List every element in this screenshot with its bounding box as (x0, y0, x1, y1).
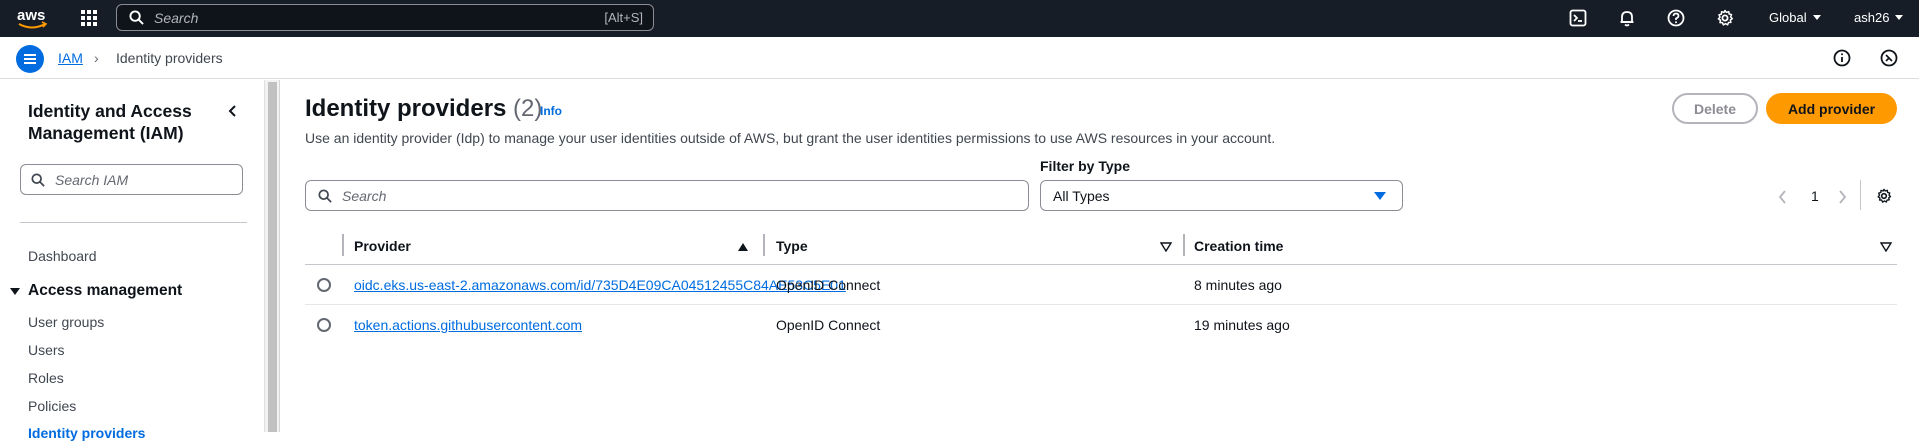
scrollbar-thumb[interactable] (268, 82, 277, 432)
provider-type: OpenID Connect (776, 277, 881, 293)
page-title-text: Identity providers (305, 95, 507, 122)
main-content: Identity providers (2) Info Use an ident… (281, 80, 1919, 432)
search-placeholder: Search (154, 9, 199, 26)
delete-button[interactable]: Delete (1672, 93, 1758, 124)
column-header-creation-time[interactable]: Creation time (1194, 238, 1283, 254)
menu-toggle-button[interactable] (16, 45, 44, 73)
aws-logo-text: aws (17, 7, 45, 24)
add-provider-button[interactable]: Add provider (1766, 93, 1897, 124)
type-filter-value: All Types (1053, 187, 1110, 204)
collapse-sidebar-icon[interactable] (226, 104, 240, 118)
chevron-down-icon (1812, 15, 1821, 20)
preferences-gear-icon[interactable] (1876, 188, 1892, 204)
provider-search-input[interactable]: Search (305, 180, 1029, 211)
top-navigation: aws Search [Alt+S] Global ash26 (0, 0, 1919, 37)
sidebar-item-dashboard[interactable]: Dashboard (28, 248, 97, 264)
filter-by-type-label: Filter by Type (1040, 158, 1130, 174)
settings-gear-icon[interactable] (1716, 9, 1734, 27)
sidebar-item-users[interactable]: Users (28, 342, 65, 358)
breadcrumb-chevron-icon: › (94, 50, 99, 66)
breadcrumb-bar: IAM › Identity providers (0, 37, 1919, 79)
table-row[interactable]: oidc.eks.us-east-2.amazonaws.com/id/735D… (305, 265, 1897, 305)
chevron-down-icon (1895, 15, 1904, 20)
services-grid-icon[interactable] (80, 9, 98, 27)
sidebar-scrollbar[interactable] (264, 80, 280, 432)
sidebar-item-roles[interactable]: Roles (28, 370, 64, 386)
cloudshell-icon[interactable] (1569, 9, 1587, 27)
search-icon (31, 172, 45, 187)
column-header-provider[interactable]: Provider (354, 238, 411, 254)
current-page-number[interactable]: 1 (1811, 188, 1819, 204)
breadcrumb-iam-link[interactable]: IAM (58, 50, 83, 66)
sidebar-search-placeholder: Search IAM (55, 171, 129, 188)
sidebar-item-identity-providers[interactable]: Identity providers (28, 425, 145, 441)
sidebar: Identity and Access Management (IAM) Sea… (0, 80, 264, 441)
aws-logo[interactable]: aws (16, 6, 50, 32)
sidebar-search-input[interactable]: Search IAM (20, 164, 243, 195)
account-menu[interactable]: ash26 (1854, 10, 1904, 25)
column-divider[interactable] (1183, 234, 1185, 256)
breadcrumb-current: Identity providers (116, 50, 223, 66)
feedback-icon[interactable] (1880, 49, 1898, 67)
previous-page-icon[interactable] (1778, 190, 1788, 204)
row-select-radio[interactable] (317, 278, 331, 292)
page-description: Use an identity provider (Idp) to manage… (305, 130, 1276, 146)
creation-time: 19 minutes ago (1194, 317, 1290, 333)
column-divider[interactable] (763, 234, 765, 256)
search-icon (318, 188, 332, 203)
caret-down-icon (1374, 192, 1386, 200)
caret-down-icon (10, 287, 20, 295)
row-select-radio[interactable] (317, 318, 331, 332)
page-title: Identity providers (2) (305, 95, 542, 123)
sidebar-section-access-management[interactable]: Access management (10, 282, 182, 300)
info-circle-icon[interactable] (1833, 49, 1851, 67)
sidebar-divider (20, 222, 247, 223)
search-icon (129, 10, 144, 25)
sidebar-section-label: Access management (28, 282, 183, 299)
account-name: ash26 (1854, 10, 1890, 25)
provider-link[interactable]: oidc.eks.us-east-2.amazonaws.com/id/735D… (354, 277, 846, 293)
sort-ascending-icon[interactable] (737, 242, 749, 252)
table-header: Provider Type Creation time (305, 227, 1897, 265)
region-label: Global (1769, 10, 1807, 25)
creation-time: 8 minutes ago (1194, 277, 1282, 293)
sidebar-title[interactable]: Identity and Access Management (IAM) (28, 100, 228, 144)
column-header-type[interactable]: Type (776, 238, 808, 254)
region-selector[interactable]: Global (1769, 10, 1821, 25)
sidebar-item-user-groups[interactable]: User groups (28, 314, 104, 330)
notifications-bell-icon[interactable] (1618, 9, 1636, 27)
provider-count: (2) (513, 95, 543, 122)
pager-divider (1860, 180, 1861, 210)
help-icon[interactable] (1667, 9, 1685, 27)
search-shortcut: [Alt+S] (604, 10, 643, 25)
provider-type: OpenID Connect (776, 317, 881, 333)
column-divider (342, 234, 344, 256)
sort-icon[interactable] (1160, 242, 1172, 252)
info-link[interactable]: Info (540, 104, 562, 118)
table-row[interactable]: token.actions.githubusercontent.com Open… (305, 305, 1897, 345)
provider-search-placeholder: Search (342, 187, 387, 204)
sidebar-item-policies[interactable]: Policies (28, 398, 76, 414)
sort-icon[interactable] (1880, 242, 1892, 252)
type-filter-select[interactable]: All Types (1040, 180, 1403, 211)
provider-link[interactable]: token.actions.githubusercontent.com (354, 317, 582, 333)
next-page-icon[interactable] (1837, 190, 1847, 204)
global-search-input[interactable]: Search [Alt+S] (116, 4, 654, 31)
